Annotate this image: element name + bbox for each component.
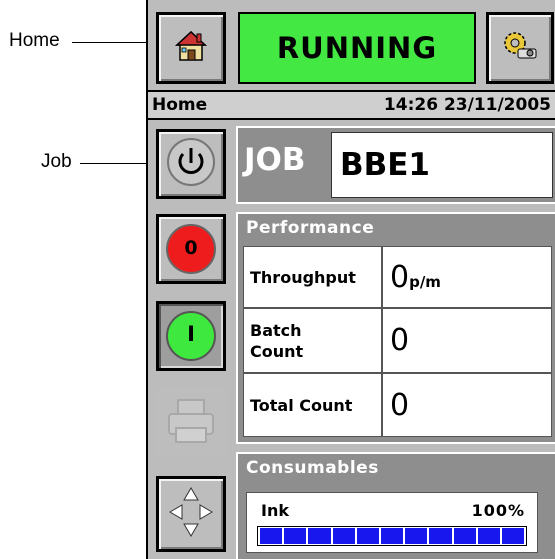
power-icon bbox=[165, 136, 217, 192]
home-callout-label: Home bbox=[9, 30, 60, 51]
ink-level-segment bbox=[429, 528, 452, 544]
ink-level-fill bbox=[258, 527, 526, 545]
ink-level-segment bbox=[308, 528, 331, 544]
ink-level-segment bbox=[453, 528, 476, 544]
ink-level-segment bbox=[501, 528, 525, 544]
power-button[interactable] bbox=[156, 129, 226, 199]
page-title: Home bbox=[152, 95, 208, 115]
performance-title: Performance bbox=[246, 218, 375, 238]
navigate-button[interactable] bbox=[156, 476, 226, 552]
print-button bbox=[156, 388, 226, 458]
date-time: 14:26 23/11/2005 bbox=[383, 95, 551, 115]
batch-count-value: 0 bbox=[382, 308, 552, 373]
gears-settings-icon bbox=[500, 29, 540, 67]
throughput-unit: p/m bbox=[409, 273, 441, 291]
job-label: JOB bbox=[244, 142, 306, 178]
ink-level-segment bbox=[284, 528, 307, 544]
home-button[interactable] bbox=[156, 12, 226, 84]
total-count-value: 0 bbox=[382, 373, 552, 437]
ink-percent: 100% bbox=[471, 501, 525, 520]
throughput-label: Throughput bbox=[243, 246, 382, 308]
total-count-label: Total Count bbox=[243, 373, 382, 437]
settings-button[interactable] bbox=[486, 12, 554, 84]
ink-level-box[interactable]: Ink 100% bbox=[246, 492, 538, 553]
ink-level-segment bbox=[332, 528, 355, 544]
consumables-panel: Consumables Ink 100% bbox=[236, 452, 555, 559]
start-label: I bbox=[187, 322, 195, 346]
status-indicator: RUNNING bbox=[238, 12, 476, 84]
ink-level-bar bbox=[257, 526, 527, 546]
performance-panel: Performance Throughput 0 p/m Batch Count 0… bbox=[236, 212, 555, 444]
navigate-arrows-icon bbox=[166, 484, 216, 544]
ink-label: Ink bbox=[261, 501, 289, 520]
stop-button[interactable]: 0 bbox=[156, 214, 226, 284]
job-panel[interactable]: JOB BBE1 bbox=[236, 126, 555, 204]
throughput-value: 0 p/m bbox=[382, 246, 552, 308]
printer-screen: RUNNING Home 14:26 23/11/2005 0 I JOB BB… bbox=[146, 0, 555, 559]
ink-level-segment bbox=[405, 528, 428, 544]
stop-label: 0 bbox=[184, 237, 198, 259]
job-callout-label: Job bbox=[41, 151, 72, 172]
house-icon bbox=[174, 29, 208, 67]
ink-level-segment bbox=[356, 528, 379, 544]
start-button[interactable]: I bbox=[156, 301, 226, 371]
info-bar: Home 14:26 23/11/2005 bbox=[148, 90, 555, 120]
ink-level-segment bbox=[477, 528, 500, 544]
ink-level-segment bbox=[380, 528, 404, 544]
batch-count-label: Batch Count bbox=[243, 308, 382, 373]
ink-level-segment bbox=[260, 528, 283, 544]
printer-icon bbox=[164, 396, 218, 450]
consumables-title: Consumables bbox=[246, 458, 379, 478]
job-name[interactable]: BBE1 bbox=[331, 132, 553, 198]
home-callout-line bbox=[72, 42, 150, 43]
